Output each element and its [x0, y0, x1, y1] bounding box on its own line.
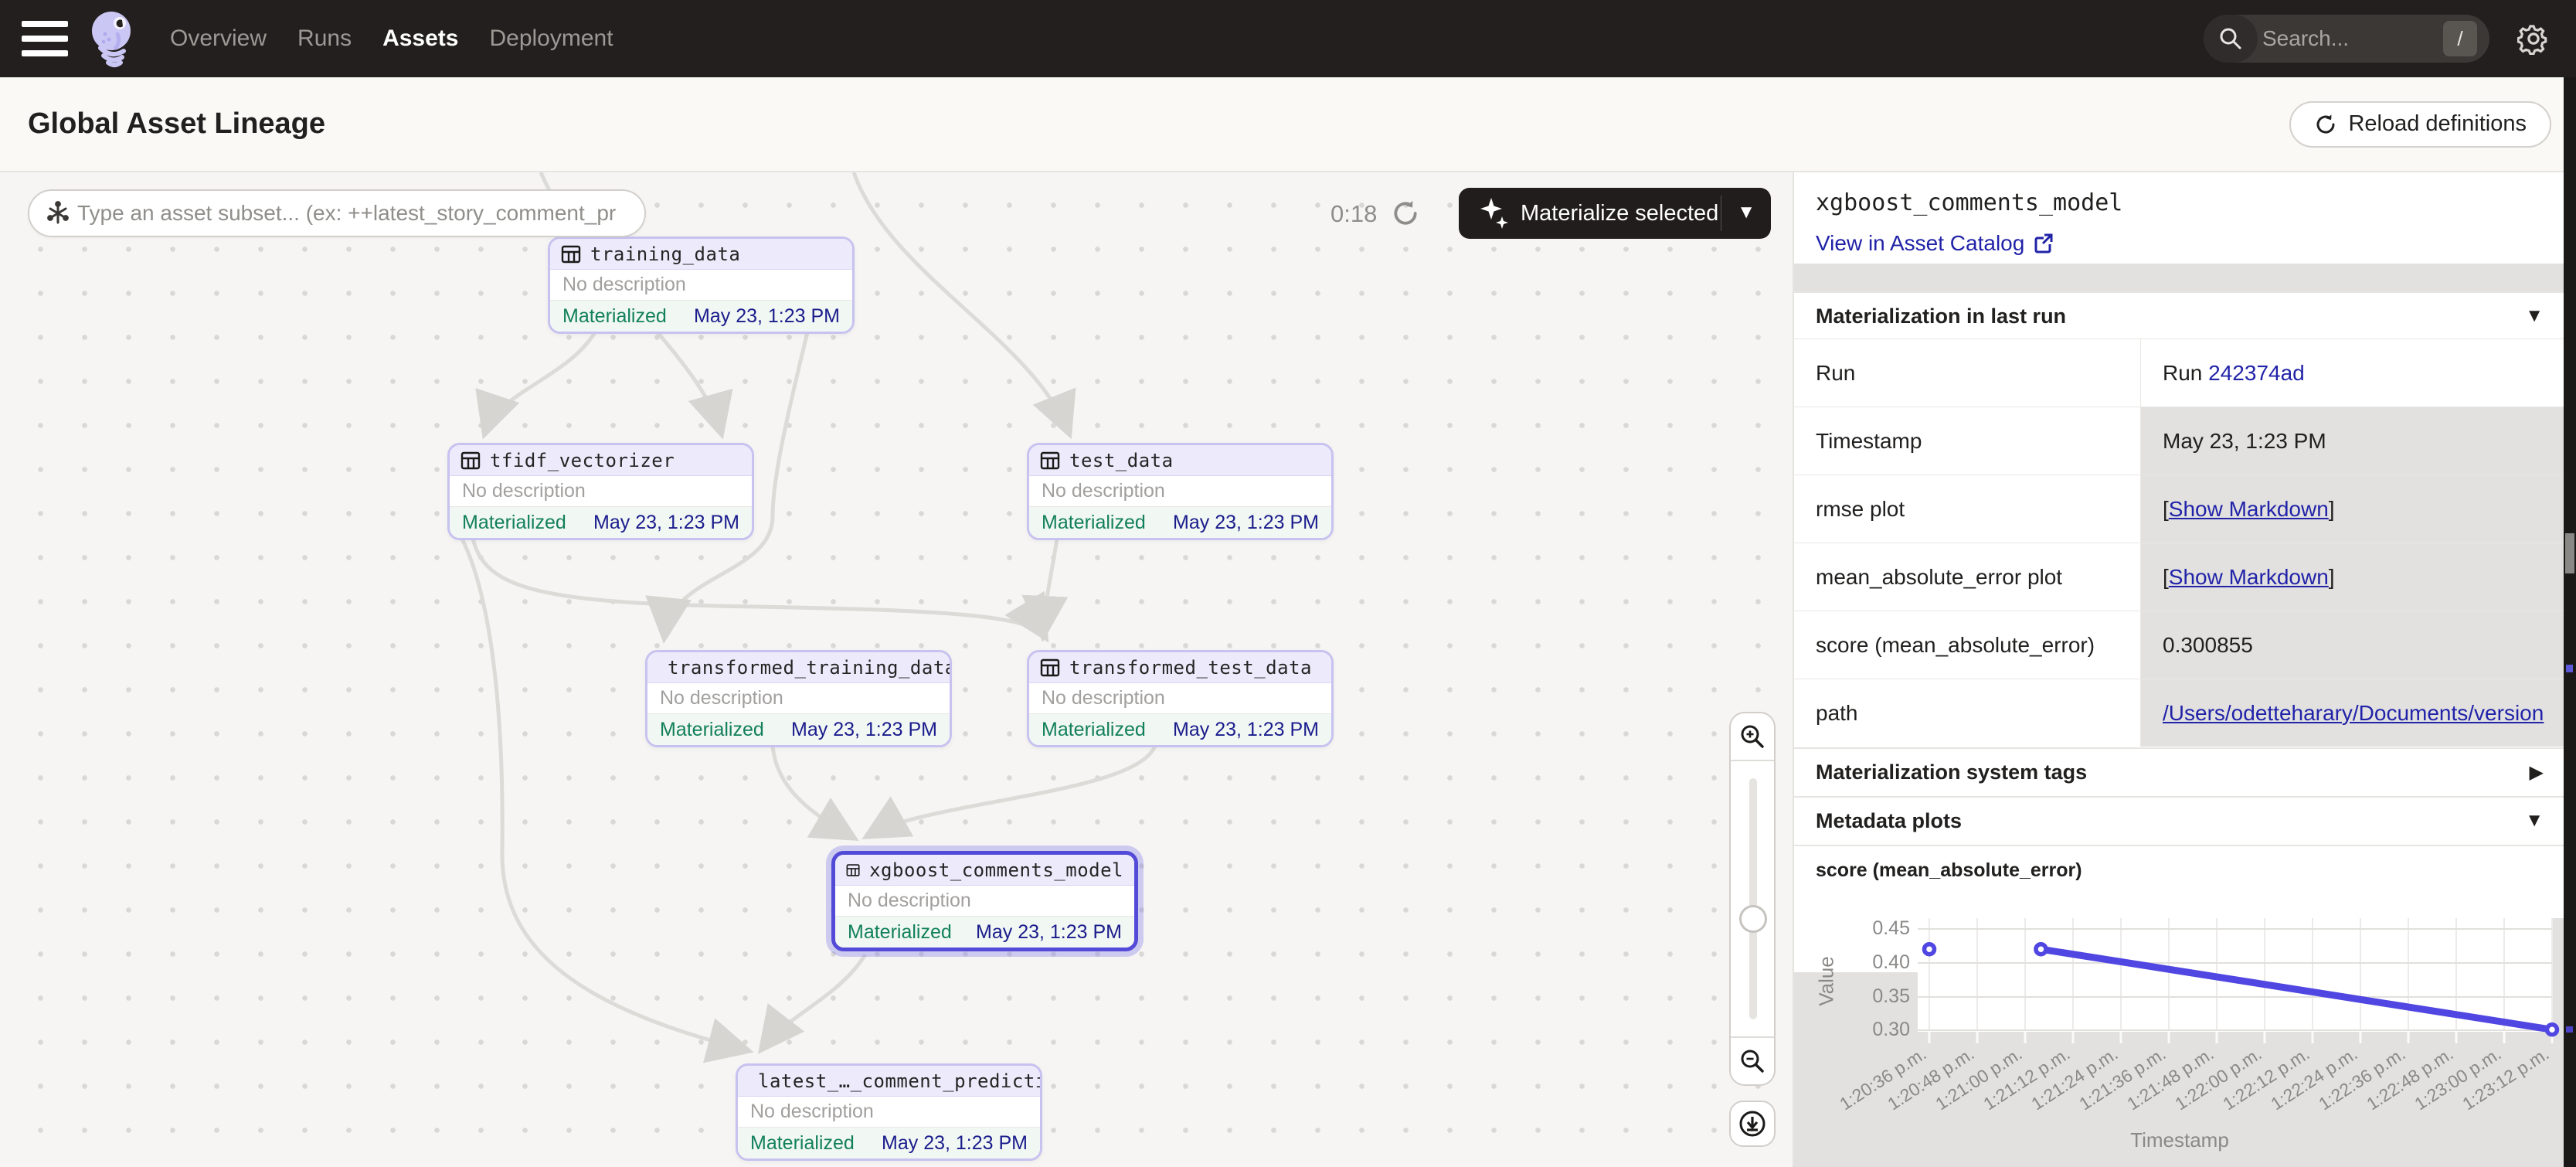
table-icon — [1040, 451, 1060, 471]
materialize-dropdown-caret[interactable]: ▼ — [1737, 202, 1755, 223]
sparkle-icon — [1479, 196, 1510, 230]
table-icon — [846, 860, 860, 880]
global-search[interactable]: / — [2204, 15, 2489, 63]
y-tick-label: 0.45 — [1833, 917, 1910, 940]
page-title: Global Asset Lineage — [28, 107, 325, 141]
run-id-link[interactable]: 242374ad — [2208, 361, 2305, 385]
table-icon — [1040, 658, 1060, 678]
nav-item-assets[interactable]: Assets — [382, 26, 458, 52]
asset-lineage-canvas[interactable]: 0:18 Materialize selected ▼ training_dat… — [0, 172, 1793, 1167]
table-row: Run Run 242374ad — [1794, 339, 2564, 407]
y-tick-label: 0.35 — [1833, 985, 1910, 1008]
view-in-asset-catalog-link[interactable]: View in Asset Catalog — [1816, 231, 2054, 256]
path-link[interactable]: /Users/odetteharary/Documents/version — [2163, 701, 2544, 725]
external-link-icon — [2032, 233, 2054, 254]
table-row: path /Users/odetteharary/Documents/versi… — [1794, 679, 2564, 747]
zoom-out-button[interactable] — [1731, 1036, 1774, 1084]
asset-node-tfidf-vectorizer[interactable]: tfidf_vectorizer No description Material… — [447, 443, 754, 540]
op-selector-icon — [45, 200, 71, 226]
table-row: score (mean_absolute_error) 0.300855 — [1794, 611, 2564, 679]
metadata-table: Run Run 242374ad Timestamp May 23, 1:23 … — [1794, 339, 2564, 747]
download-icon — [1737, 1108, 1768, 1139]
top-nav-bar: Overview Runs Assets Deployment / — [0, 0, 2576, 77]
zoom-toolbar — [1729, 712, 1776, 1086]
materialize-selected-button[interactable]: Materialize selected ▼ — [1459, 188, 1771, 239]
search-icon — [2204, 15, 2258, 63]
zoom-out-icon — [1738, 1047, 1766, 1075]
section-materialization-in-last-run[interactable]: Materialization in last run ▼ — [1794, 291, 2564, 339]
data-point — [2036, 944, 2046, 954]
refresh-icon[interactable] — [1391, 199, 1420, 228]
chevron-down-icon[interactable]: ▼ — [2525, 305, 2544, 327]
dagster-logo[interactable] — [83, 8, 139, 70]
asset-subset-filter[interactable] — [28, 189, 646, 237]
nav-item-runs[interactable]: Runs — [297, 26, 352, 52]
zoom-in-icon — [1738, 723, 1766, 750]
table-row: Timestamp May 23, 1:23 PM — [1794, 407, 2564, 475]
y-tick-label: 0.30 — [1833, 1019, 1910, 1041]
graph-toolbar: 0:18 Materialize selected ▼ — [0, 172, 1793, 254]
edge-fragment — [2566, 1026, 2573, 1033]
section-metadata-plots[interactable]: Metadata plots ▼ — [1794, 796, 2564, 844]
asset-title: xgboost_comments_model — [1816, 189, 2122, 216]
x-axis-label: Timestamp — [2102, 1128, 2257, 1152]
chevron-down-icon[interactable]: ▼ — [2525, 810, 2544, 832]
table-row: mean_absolute_error plot [Show Markdown] — [1794, 543, 2564, 611]
table-icon — [460, 451, 481, 471]
gear-icon[interactable] — [2517, 22, 2550, 55]
hamburger-menu-icon[interactable] — [22, 21, 68, 56]
search-input[interactable] — [2262, 26, 2409, 51]
score-line-chart: 0.45 0.40 0.35 0.30 1:20:36 p.m. 1:20:48… — [1794, 895, 2564, 1167]
nav-item-deployment[interactable]: Deployment — [489, 26, 613, 52]
y-axis-label: Value — [1815, 935, 1839, 1028]
data-point — [1925, 944, 1935, 954]
asset-node-latest-comment-predictions[interactable]: latest_…_comment_predictions No descript… — [736, 1063, 1042, 1161]
reload-definitions-button[interactable]: Reload definitions — [2289, 101, 2551, 148]
asset-node-xgboost-comments-model[interactable]: xgboost_comments_model No description Ma… — [831, 851, 1138, 951]
reload-icon — [2314, 113, 2337, 136]
zoom-in-button[interactable] — [1731, 713, 1774, 761]
download-view-button[interactable] — [1729, 1101, 1776, 1147]
refresh-timer: 0:18 — [1330, 200, 1377, 228]
page-header: Global Asset Lineage Reload definitions — [0, 77, 2576, 172]
data-point — [2547, 1025, 2557, 1035]
show-markdown-link[interactable]: Show Markdown — [2169, 565, 2329, 589]
asset-node-transformed-training-data[interactable]: transformed_training_data No description… — [645, 650, 952, 747]
y-tick-label: 0.40 — [1833, 951, 1910, 974]
show-markdown-link[interactable]: Show Markdown — [2169, 497, 2329, 521]
asset-subset-input[interactable] — [77, 201, 626, 226]
right-edge-strip — [2564, 77, 2576, 1167]
asset-node-test-data[interactable]: test_data No description MaterializedMay… — [1027, 443, 1334, 540]
metadata-plot-title: score (mean_absolute_error) — [1794, 845, 2564, 895]
asset-node-transformed-test-data[interactable]: transformed_test_data No description Mat… — [1027, 650, 1334, 747]
nav-item-overview[interactable]: Overview — [170, 26, 267, 52]
zoom-slider-handle[interactable] — [1739, 905, 1767, 933]
zoom-slider[interactable] — [1731, 761, 1774, 1036]
asset-detail-panel: xgboost_comments_model View in Asset Cat… — [1793, 172, 2564, 1167]
zoom-slider-track[interactable] — [1749, 778, 1757, 1019]
section-materialization-system-tags[interactable]: Materialization system tags ▶ — [1794, 747, 2564, 795]
edge-fragment — [2566, 665, 2573, 672]
search-shortcut-badge: / — [2443, 21, 2477, 56]
chevron-right-icon[interactable]: ▶ — [2530, 761, 2544, 784]
selection-highlight — [1794, 264, 2564, 291]
scrollbar-fragment — [2565, 533, 2574, 573]
table-row: rmse plot [Show Markdown] — [1794, 475, 2564, 543]
